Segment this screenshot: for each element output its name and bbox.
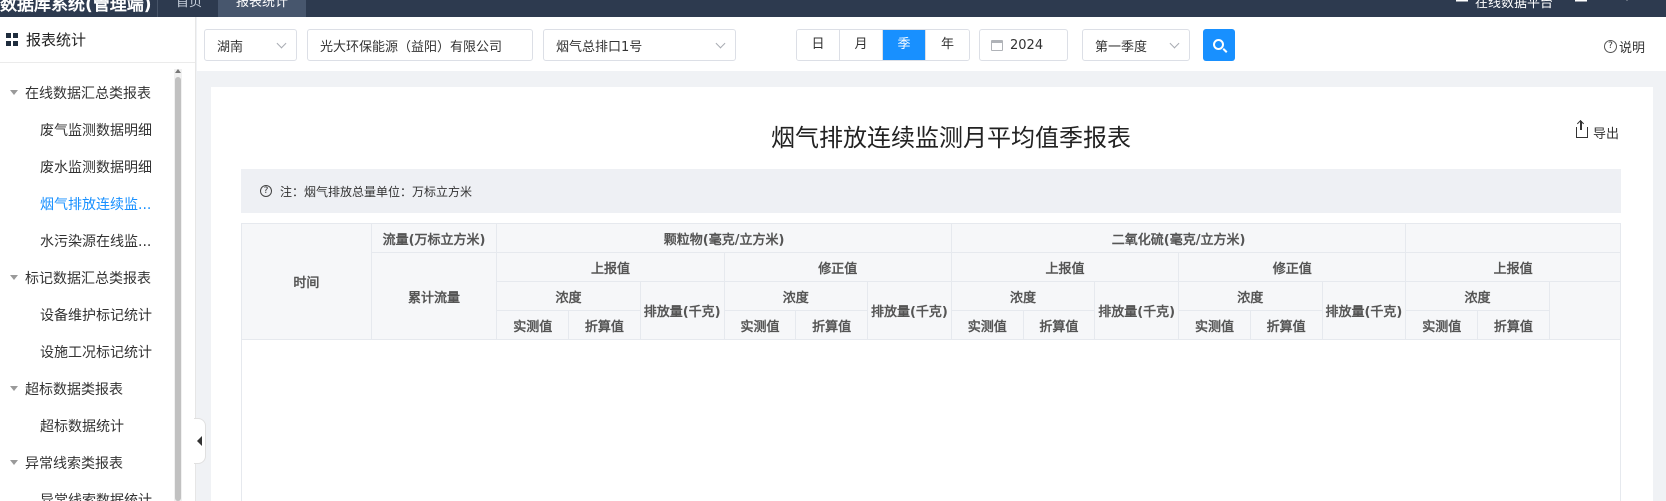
outlet-select[interactable]: 烟气总排口1号	[543, 29, 736, 61]
quarter-select[interactable]: 第一季度	[1082, 29, 1190, 61]
menu-group-label: 在线数据汇总类报表	[25, 85, 151, 102]
menu-group-anomaly[interactable]: 异常线索类报表	[0, 444, 178, 481]
sidebar-scrollbar-thumb[interactable]	[175, 77, 181, 501]
menu-group-label: 标记数据汇总类报表	[25, 270, 151, 287]
platform-link[interactable]: 在线数据平台	[1475, 0, 1553, 11]
col-so2-reported: 上报值	[950, 252, 1180, 282]
question-circle-icon: ?	[260, 185, 272, 197]
col-concentration: 浓度	[1405, 281, 1550, 311]
menu-item-waste-gas-detail[interactable]: 废气监测数据明细	[0, 111, 178, 148]
company-value: 光大环保能源（益阳）有限公司	[320, 39, 503, 55]
col-pm-reported: 上报值	[496, 252, 725, 282]
nav-tab-report-stats[interactable]: 报表统计	[218, 0, 307, 17]
search-button[interactable]	[1203, 29, 1235, 61]
year-picker[interactable]: 2024	[979, 29, 1068, 61]
col-so2: 二氧化硫(毫克/立方米)	[950, 223, 1407, 253]
col-so2-corrected: 修正值	[1178, 252, 1407, 282]
top-nav: 数据库系统(管理端) 首页 报表统计 在线数据平台	[0, 0, 1666, 17]
company-input[interactable]: 光大环保能源（益阳）有限公司	[307, 29, 533, 61]
menu-item-waste-water-detail[interactable]: 废水监测数据明细	[0, 148, 178, 185]
province-value: 湖南	[217, 39, 244, 55]
col-concentration: 浓度	[496, 281, 641, 311]
sidebar-header: 报表统计	[0, 17, 195, 63]
sidebar-collapse-handle[interactable]	[194, 418, 206, 464]
help-link[interactable]: ? 说明	[1604, 37, 1645, 56]
col-particulate: 颗粒物(毫克/立方米)	[496, 223, 952, 253]
app-title: 数据库系统(管理端)	[0, 0, 152, 15]
province-select[interactable]: 湖南	[204, 29, 297, 61]
sidebar-menu: 在线数据汇总类报表 废气监测数据明细 废水监测数据明细 烟气排放连续监... 水…	[0, 74, 178, 501]
menu-item-anomaly-stats[interactable]: 异常线索数据统计	[0, 481, 178, 501]
menu-group-exceed[interactable]: 超标数据类报表	[0, 370, 178, 407]
menu-icon[interactable]	[1620, 0, 1634, 6]
calendar-icon	[991, 39, 1003, 51]
outlet-value: 烟气总排口1号	[556, 39, 643, 55]
report-title: 烟气排放连续监测月平均值季报表	[771, 124, 1131, 152]
export-button[interactable]: 导出	[1576, 121, 1620, 142]
chevron-down-icon	[276, 38, 287, 49]
menu-item-exceed-stats[interactable]: 超标数据统计	[0, 407, 178, 444]
filter-bar: 湖南 光大环保能源（益阳）有限公司 烟气总排口1号 日 月 季 年 2024 第…	[197, 17, 1666, 71]
nav-tab-home[interactable]: 首页	[157, 0, 220, 17]
sidebar: 报表统计 在线数据汇总类报表 废气监测数据明细 废水监测数据明细 烟气排放连续监…	[0, 17, 196, 501]
chevron-left-icon	[197, 436, 202, 446]
period-quarter-button[interactable]: 季	[883, 30, 926, 60]
sidebar-title: 报表统计	[26, 31, 87, 49]
chevron-down-icon	[715, 38, 726, 49]
menu-group-label: 超标数据类报表	[25, 381, 123, 398]
search-icon	[1212, 38, 1224, 50]
menu-item-water-pollution-online[interactable]: 水污染源在线监...	[0, 222, 178, 259]
caret-down-icon	[10, 386, 18, 391]
year-value: 2024	[1010, 37, 1044, 53]
unit-note-text: 注：烟气排放总量单位：万标立方米	[280, 184, 473, 199]
caret-down-icon	[10, 275, 18, 280]
question-circle-icon: ?	[1604, 40, 1617, 53]
report-card: 烟气排放连续监测月平均值季报表 导出 ? 注：烟气排放总量单位：万标立方米 时间…	[211, 87, 1653, 501]
table-body-empty	[241, 323, 1621, 501]
menu-group-online-summary[interactable]: 在线数据汇总类报表	[0, 74, 178, 111]
menu-group-label: 异常线索类报表	[25, 455, 123, 472]
caret-down-icon	[10, 90, 18, 95]
user-icon[interactable]	[1455, 0, 1469, 6]
period-year-button[interactable]: 年	[926, 30, 969, 60]
grid-icon	[6, 33, 19, 46]
col-concentration: 浓度	[1178, 281, 1323, 311]
menu-group-mark-summary[interactable]: 标记数据汇总类报表	[0, 259, 178, 296]
col-pm-corrected: 修正值	[723, 252, 952, 282]
menu-item-flue-gas-cems[interactable]: 烟气排放连续监...	[0, 185, 178, 222]
person-icon[interactable]	[1574, 0, 1588, 6]
period-month-button[interactable]: 月	[840, 30, 883, 60]
period-day-button[interactable]: 日	[797, 30, 840, 60]
menu-item-condition-marks[interactable]: 设施工况标记统计	[0, 333, 178, 370]
export-label: 导出	[1593, 127, 1620, 142]
unit-note: ? 注：烟气排放总量单位：万标立方米	[241, 169, 1621, 213]
col-concentration: 浓度	[723, 281, 869, 311]
export-icon	[1576, 121, 1588, 138]
caret-down-icon	[10, 460, 18, 465]
col-flow: 流量(万标立方米)	[370, 223, 498, 253]
col-concentration: 浓度	[950, 281, 1096, 311]
chevron-down-icon	[1169, 38, 1180, 49]
col-next-group	[1405, 223, 1621, 253]
menu-item-maintenance-marks[interactable]: 设备维护标记统计	[0, 296, 178, 333]
quarter-value: 第一季度	[1095, 39, 1148, 55]
help-label: 说明	[1619, 41, 1646, 56]
col-next-reported: 上报值	[1405, 252, 1621, 282]
period-segmented-control: 日 月 季 年	[796, 29, 970, 61]
scroll-up-icon[interactable]	[175, 69, 181, 73]
